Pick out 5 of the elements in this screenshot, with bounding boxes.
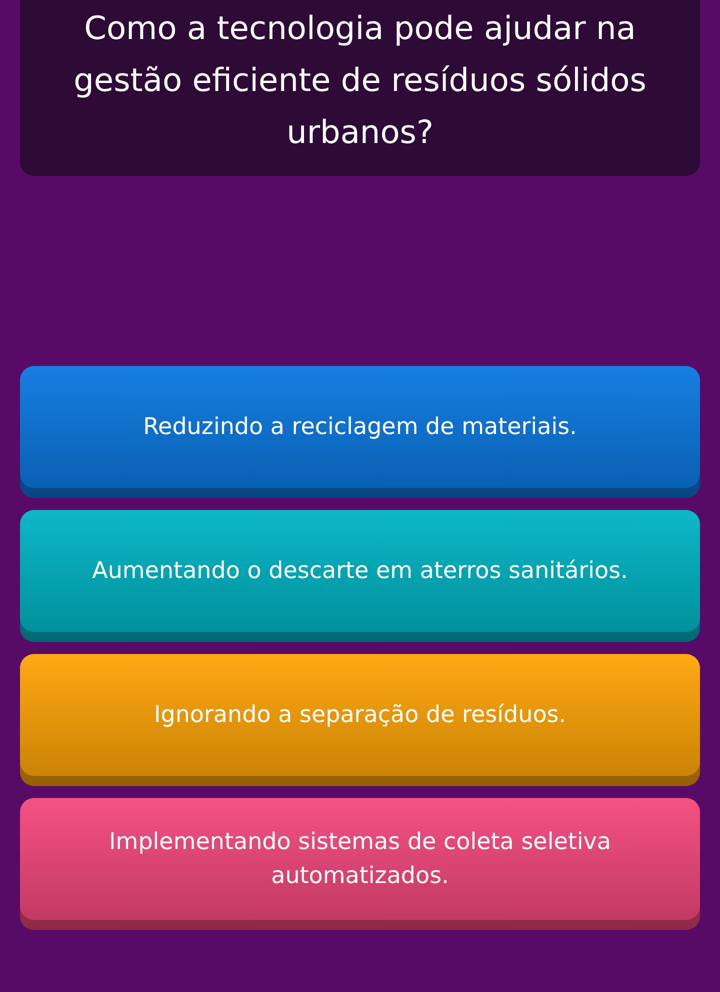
answer-button[interactable]: Ignorando a separação de resíduos. [20, 654, 700, 786]
answer-button[interactable]: Implementando sistemas de coleta seletiva automatizados. [20, 798, 700, 930]
answer-button[interactable]: Aumentando o descarte em aterros sanitários. [20, 510, 700, 642]
answer-button[interactable]: Reduzindo a reciclagem de materiais. [20, 366, 700, 498]
question-text: Como a tecnologia pode ajudar na gestão eficiente de resíduos sólidos urbanos? [72, 8, 648, 153]
